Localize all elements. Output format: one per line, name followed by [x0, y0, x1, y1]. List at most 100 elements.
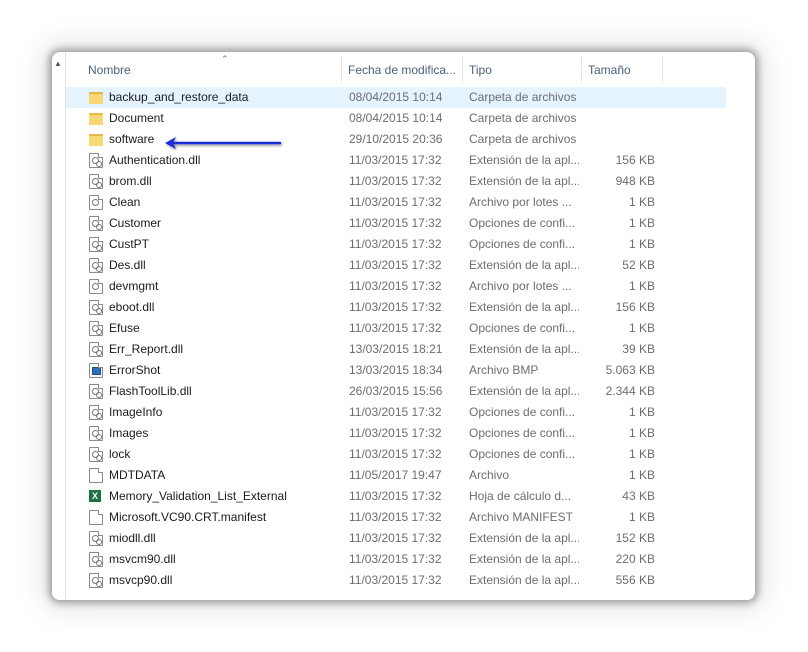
date-modified: 11/03/2015 17:32: [349, 552, 442, 566]
file-row[interactable]: Authentication.dll 11/03/2015 17:32 Extens…: [66, 150, 726, 171]
file-row[interactable]: msvcp90.dll 11/03/2015 17:32 Extensión de …: [66, 570, 726, 591]
date-modified: 11/03/2015 17:32: [349, 531, 442, 545]
file-type: Opciones de confi...: [469, 426, 576, 440]
file-row[interactable]: FlashToolLib.dll 26/03/2015 15:56 Extensió…: [66, 381, 726, 402]
file-type: Carpeta de archivos: [469, 111, 577, 125]
column-header-name[interactable]: Nombre ⌃: [66, 52, 342, 82]
file-size: 1 KB: [628, 216, 655, 230]
folder-row[interactable]: Document 08/04/2015 10:14 Carpeta de archi…: [66, 108, 726, 129]
file-size: 556 KB: [615, 573, 655, 587]
date-modified: 11/03/2015 17:32: [349, 300, 442, 314]
file-type: Extensión de la apl...: [469, 573, 579, 587]
column-header-type[interactable]: Tipo: [463, 52, 582, 82]
file-row[interactable]: msvcm90.dll 11/03/2015 17:32 Extensión de …: [66, 549, 726, 570]
file-name: miodll.dll: [109, 531, 156, 545]
column-header-name-label: Nombre: [88, 63, 131, 77]
file-row[interactable]: Des.dll 11/03/2015 17:32 Extensión de la a…: [66, 255, 726, 276]
file-row[interactable]: lock 11/03/2015 17:32 Opciones de confi...…: [66, 444, 726, 465]
date-modified: 29/10/2015 20:36: [349, 132, 443, 146]
file-size: 1 KB: [628, 447, 655, 461]
column-header-bar: Nombre ⌃ Fecha de modifica... Tipo Tamañ…: [66, 52, 755, 82]
file-row[interactable]: Clean 11/03/2015 17:32 Archivo por lotes .…: [66, 192, 726, 213]
file-row[interactable]: X Memory_Validation_List_External 11/03/20…: [66, 486, 726, 507]
file-name: Des.dll: [109, 258, 146, 272]
column-header-size[interactable]: Tamaño: [582, 52, 663, 82]
dll-file-icon: [89, 342, 103, 357]
file-size: 948 KB: [615, 174, 655, 188]
folder-row[interactable]: backup_and_restore_data 08/04/2015 10:14 C…: [66, 87, 726, 108]
file-row[interactable]: CustPT 11/03/2015 17:32 Opciones de confi.…: [66, 234, 726, 255]
column-header-date[interactable]: Fecha de modifica...: [342, 52, 463, 82]
file-name: Memory_Validation_List_External: [109, 489, 287, 503]
file-type: Extensión de la apl...: [469, 258, 579, 272]
file-size: 5.063 KB: [605, 363, 655, 377]
file-size: 152 KB: [615, 531, 655, 545]
dll-file-icon: [89, 531, 103, 546]
file-name: Efuse: [109, 321, 140, 335]
file-type: Opciones de confi...: [469, 321, 576, 335]
file-row[interactable]: Efuse 11/03/2015 17:32 Opciones de confi..…: [66, 318, 726, 339]
batch-file-icon: [89, 195, 103, 210]
file-type: Extensión de la apl...: [469, 342, 579, 356]
file-row[interactable]: Err_Report.dll 13/03/2015 18:21 Extensión …: [66, 339, 726, 360]
file-name: msvcm90.dll: [109, 552, 176, 566]
file-row[interactable]: brom.dll 11/03/2015 17:32 Extensión de la …: [66, 171, 726, 192]
dll-file-icon: [89, 300, 103, 315]
date-modified: 11/03/2015 17:32: [349, 489, 442, 503]
file-type: Opciones de confi...: [469, 216, 576, 230]
config-file-icon: [89, 216, 103, 231]
scroll-up-icon[interactable]: ▲: [54, 60, 62, 68]
config-file-icon: [89, 447, 103, 462]
file-row[interactable]: Microsoft.VC90.CRT.manifest 11/03/2015 17…: [66, 507, 726, 528]
file-size: 39 KB: [622, 342, 655, 356]
file-name: lock: [109, 447, 131, 461]
file-name: eboot.dll: [109, 300, 155, 314]
folder-icon: [89, 132, 103, 147]
sort-ascending-icon: ⌃: [221, 54, 229, 64]
file-name: msvcp90.dll: [109, 573, 173, 587]
navigation-pane[interactable]: ▲: [52, 52, 66, 600]
file-row[interactable]: ImageInfo 11/03/2015 17:32 Opciones de con…: [66, 402, 726, 423]
file-size: 1 KB: [628, 405, 655, 419]
date-modified: 08/04/2015 10:14: [349, 90, 443, 104]
config-file-icon: [89, 321, 103, 336]
file-size: 1 KB: [628, 510, 655, 524]
file-type: Extensión de la apl...: [469, 174, 579, 188]
date-modified: 11/03/2015 17:32: [349, 216, 442, 230]
file-row[interactable]: MDTDATA 11/05/2017 19:47 Archivo 1 KB: [66, 465, 726, 486]
date-modified: 26/03/2015 15:56: [349, 384, 443, 398]
date-modified: 11/03/2015 17:32: [349, 174, 442, 188]
generic-file-icon: [89, 510, 103, 525]
column-header-size-label: Tamaño: [588, 63, 631, 77]
file-row[interactable]: Customer 11/03/2015 17:32 Opciones de conf…: [66, 213, 726, 234]
file-row[interactable]: ErrorShot 13/03/2015 18:34 Archivo BMP 5.06…: [66, 360, 726, 381]
file-type: Hoja de cálculo d...: [469, 489, 572, 503]
folder-icon: [89, 90, 103, 105]
date-modified: 13/03/2015 18:34: [349, 363, 443, 377]
file-size: 2.344 KB: [605, 384, 655, 398]
file-name: CustPT: [109, 237, 150, 251]
dll-file-icon: [89, 384, 103, 399]
dll-file-icon: [89, 153, 103, 168]
date-modified: 11/03/2015 17:32: [349, 510, 442, 524]
generic-file-icon: [89, 468, 103, 483]
date-modified: 11/03/2015 17:32: [349, 405, 442, 419]
file-size: 156 KB: [615, 300, 655, 314]
file-size: 52 KB: [622, 258, 655, 272]
file-type: Archivo: [469, 468, 510, 482]
file-size: 1 KB: [628, 321, 655, 335]
excel-file-icon: X: [89, 489, 103, 504]
file-size: 1 KB: [628, 468, 655, 482]
dll-file-icon: [89, 258, 103, 273]
file-type: Archivo por lotes ...: [469, 279, 572, 293]
file-row[interactable]: Images 11/03/2015 17:32 Opciones de confi.…: [66, 423, 726, 444]
annotation-arrow-icon: [165, 137, 282, 149]
file-row[interactable]: devmgmt 11/03/2015 17:32 Archivo por lotes…: [66, 276, 726, 297]
column-header-type-label: Tipo: [469, 63, 492, 77]
config-file-icon: [89, 405, 103, 420]
date-modified: 11/03/2015 17:32: [349, 195, 442, 209]
file-row[interactable]: eboot.dll 11/03/2015 17:32 Extensión de la…: [66, 297, 726, 318]
date-modified: 11/03/2015 17:32: [349, 426, 442, 440]
file-type: Extensión de la apl...: [469, 552, 579, 566]
file-row[interactable]: miodll.dll 11/03/2015 17:32 Extensión de l…: [66, 528, 726, 549]
